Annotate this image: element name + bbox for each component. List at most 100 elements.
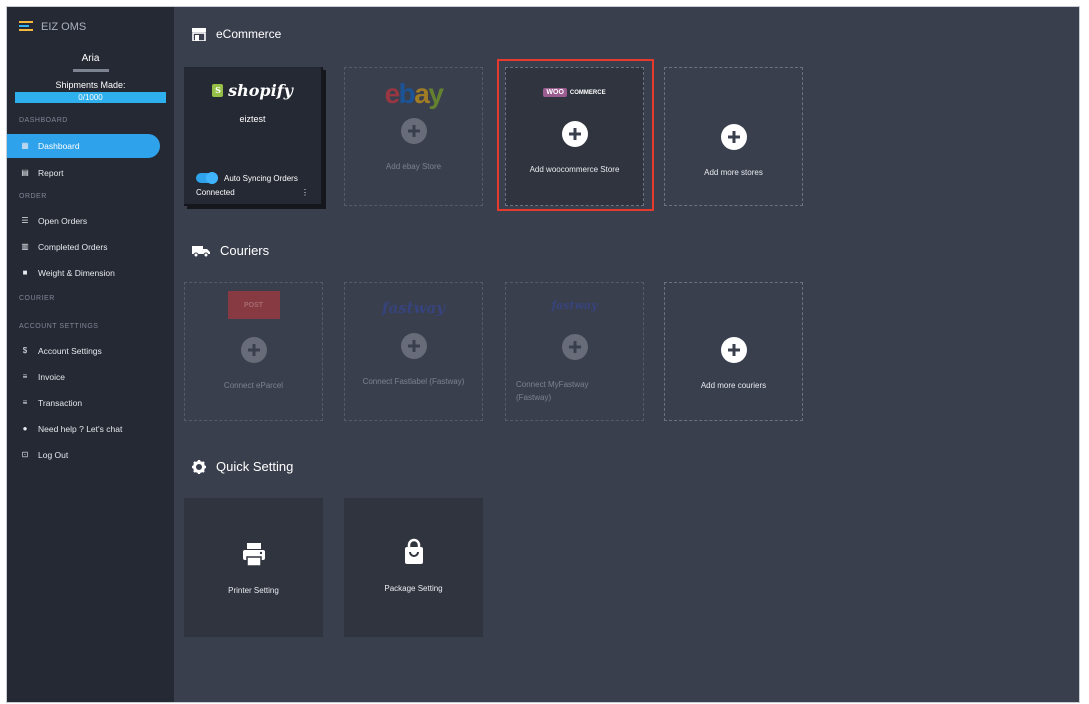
myfastway-logo: fastway: [551, 299, 598, 312]
section-account-settings: ACCOUNT SETTINGS: [19, 323, 99, 330]
sidebar-item-label: Account Settings: [38, 346, 102, 356]
shipments-progress: 0/1000: [15, 92, 166, 103]
add-more-stores-card[interactable]: Add more stores: [664, 67, 803, 206]
australia-post-logo: POST: [227, 291, 280, 319]
sidebar-item-completed-orders[interactable]: ▥ Completed Orders: [7, 235, 174, 259]
sidebar-item-dashboard[interactable]: ▦ Dashboard: [7, 134, 160, 158]
sidebar-item-label: Log Out: [38, 450, 69, 460]
add-more-stores-caption: Add more stores: [704, 168, 763, 177]
australia-post-logo-text: POST: [243, 301, 264, 309]
eiz-logo-icon: [19, 21, 33, 33]
more-options-icon[interactable]: ⋮: [301, 188, 309, 197]
sidebar-item-need-help[interactable]: ● Need help ? Let's chat: [7, 417, 174, 441]
user-subtitle-redacted: [72, 69, 109, 72]
connect-fastlabel-caption: Connect Fastlabel (Fastway): [362, 377, 465, 386]
auto-sync-label: Auto Syncing Orders: [224, 173, 298, 183]
highlight-box: [497, 59, 654, 211]
ebay-logo-a: a: [414, 78, 430, 109]
main-content: eCommerce shopify eiztest Auto Syncing O…: [174, 7, 1079, 702]
printer-icon: [242, 543, 265, 567]
auto-sync-row: Auto Syncing Orders: [196, 172, 298, 184]
list-icon: ≡: [22, 372, 28, 381]
connection-status: Connected: [196, 188, 235, 197]
shopping-bag-icon: [404, 538, 423, 564]
box-icon: ■: [22, 268, 28, 277]
couriers-header: Couriers: [192, 243, 269, 258]
sidebar-item-report[interactable]: ▤ Report: [7, 161, 174, 185]
truck-icon: [192, 245, 210, 257]
add-more-couriers-card[interactable]: Add more couriers: [664, 282, 803, 421]
brand: EIZ OMS: [7, 7, 174, 47]
dashboard-icon: ▦: [21, 141, 29, 150]
dollar-icon: $: [22, 346, 28, 355]
printer-setting-label: Printer Setting: [228, 586, 279, 595]
sidebar-item-open-orders[interactable]: ☰ Open Orders: [7, 209, 174, 233]
store-name: eiztest: [239, 114, 266, 124]
couriers-title: Couriers: [220, 243, 270, 258]
add-more-couriers-caption: Add more couriers: [700, 381, 767, 390]
logout-icon: ⊡: [21, 450, 29, 459]
sidebar-item-log-out[interactable]: ⊡ Log Out: [7, 443, 174, 467]
add-store-icon[interactable]: [720, 124, 747, 150]
list-icon: ≡: [22, 398, 28, 407]
list-icon: ☰: [21, 216, 29, 225]
add-ebay-caption: Add ebay Store: [385, 162, 442, 171]
gear-icon: [192, 459, 206, 474]
user-name: Aria: [81, 53, 100, 64]
quick-setting-title: Quick Setting: [216, 459, 294, 474]
connect-myfastway-icon[interactable]: [561, 334, 588, 360]
app-window: EIZ OMS Aria Shipments Made: 0/1000 DASH…: [6, 6, 1080, 703]
sidebar-item-weight-dimension[interactable]: ■ Weight & Dimension: [7, 261, 174, 285]
ecommerce-title: eCommerce: [216, 27, 282, 41]
caption-line: Connect MyFastway: [516, 380, 589, 389]
ebay-store-card[interactable]: ebay Add ebay Store: [344, 67, 483, 206]
chat-icon: ●: [22, 424, 28, 433]
ebay-logo-b: b: [398, 78, 416, 109]
shopify-logo-text: shopify: [228, 81, 293, 100]
add-courier-icon[interactable]: [720, 337, 747, 363]
sidebar-item-label: Report: [38, 168, 64, 178]
shopify-bag-icon: [212, 84, 224, 97]
ebay-logo-e: e: [384, 78, 401, 109]
user-panel: Aria Shipments Made:: [7, 47, 174, 90]
sidebar-item-account-settings[interactable]: $ Account Settings: [7, 339, 174, 363]
section-courier: COURIER: [19, 295, 55, 302]
ecommerce-header: eCommerce: [192, 27, 281, 41]
ebay-logo: ebay: [384, 78, 444, 110]
section-dashboard: DASHBOARD: [19, 117, 68, 124]
fastway-logo: fastway: [382, 299, 445, 317]
sidebar-item-label: Need help ? Let's chat: [38, 424, 123, 434]
package-setting-label: Package Setting: [384, 584, 443, 593]
shipments-label: Shipments Made:: [55, 80, 126, 90]
brand-name: EIZ OMS: [41, 21, 87, 33]
fastlabel-courier-card[interactable]: fastway Connect Fastlabel (Fastway): [344, 282, 483, 421]
eparcel-courier-card[interactable]: POST Connect eParcel: [184, 282, 323, 421]
shopify-store-card[interactable]: shopify eiztest Auto Syncing Orders Conn…: [184, 67, 323, 206]
shopify-logo: shopify: [212, 81, 293, 100]
caption-line: (Fastway): [516, 393, 552, 402]
connect-eparcel-caption: Connect eParcel: [223, 381, 284, 390]
auto-sync-toggle[interactable]: [196, 172, 218, 184]
printer-setting-card[interactable]: Printer Setting: [184, 498, 323, 637]
sidebar-item-label: Open Orders: [38, 216, 88, 226]
sidebar-item-label: Weight & Dimension: [38, 268, 115, 278]
connect-fastlabel-icon[interactable]: [400, 333, 427, 359]
sidebar-item-transaction[interactable]: ≡ Transaction: [7, 391, 174, 415]
sidebar-item-invoice[interactable]: ≡ Invoice: [7, 365, 174, 389]
connect-eparcel-icon[interactable]: [240, 337, 267, 363]
connection-row: Connected ⋮: [196, 188, 309, 197]
sidebar-item-label: Transaction: [38, 398, 83, 408]
connect-myfastway-caption: Connect MyFastway (Fastway): [506, 378, 643, 404]
package-setting-card[interactable]: Package Setting: [344, 498, 483, 637]
sidebar-item-label: Completed Orders: [38, 242, 108, 252]
report-icon: ▤: [21, 168, 29, 177]
store-icon: [192, 27, 206, 41]
sidebar-item-label: Invoice: [38, 372, 65, 382]
myfastway-courier-card[interactable]: fastway Connect MyFastway (Fastway): [505, 282, 644, 421]
add-ebay-icon[interactable]: [400, 118, 427, 144]
sidebar-item-label: Dashboard: [38, 141, 80, 151]
sidebar: EIZ OMS Aria Shipments Made: 0/1000 DASH…: [7, 7, 174, 702]
quick-setting-header: Quick Setting: [192, 459, 293, 474]
table-icon: ▥: [21, 242, 29, 251]
ebay-logo-y: y: [428, 78, 444, 109]
